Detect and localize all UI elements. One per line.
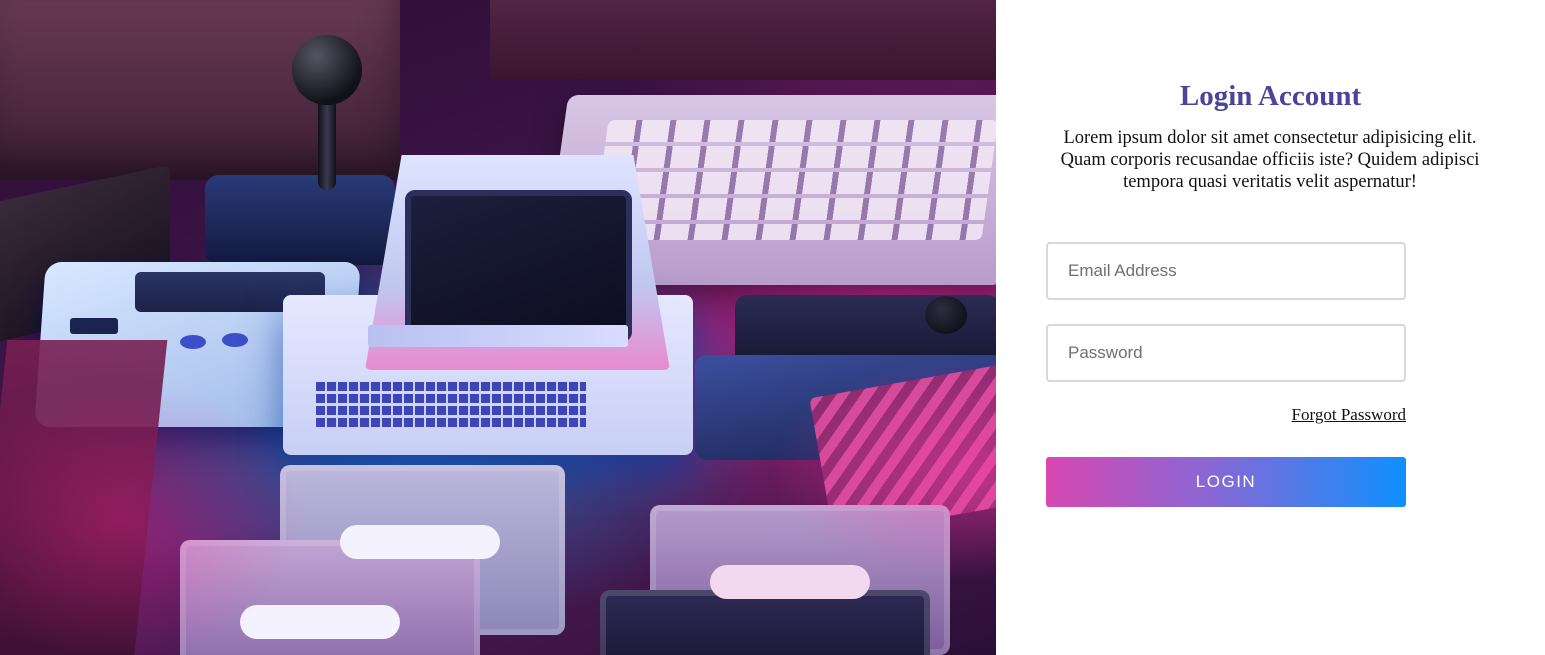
hero-image — [0, 0, 996, 655]
login-description: Lorem ipsum dolor sit amet consectetur a… — [1060, 128, 1480, 192]
glow-overlay — [0, 0, 996, 655]
forgot-password-link[interactable]: Forgot Password — [1292, 405, 1406, 425]
login-panel: Login Account Lorem ipsum dolor sit amet… — [996, 0, 1545, 655]
email-field[interactable] — [1046, 242, 1406, 300]
page-title: Login Account — [1179, 80, 1362, 112]
login-page: Login Account Lorem ipsum dolor sit amet… — [0, 0, 1545, 655]
login-button[interactable]: LOGIN — [1046, 457, 1406, 507]
password-field[interactable] — [1046, 324, 1406, 382]
